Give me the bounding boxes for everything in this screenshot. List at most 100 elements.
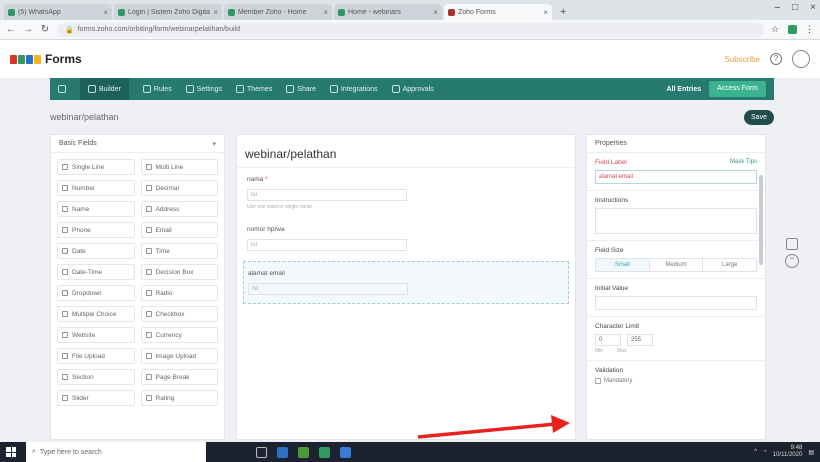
- field-type-time[interactable]: Time: [140, 243, 218, 259]
- browser-tab[interactable]: (5) WhatsApp ×: [4, 4, 112, 20]
- field-type-single-line[interactable]: Single Line: [57, 159, 135, 175]
- field-input-preview: Isi: [247, 189, 407, 201]
- field-type-rating[interactable]: Rating: [140, 390, 218, 406]
- reload-icon[interactable]: ↻: [40, 24, 50, 35]
- field-type-decimal[interactable]: Decimal: [140, 180, 218, 196]
- form-field-nomor-hp[interactable]: nomor hp/wa Isi: [237, 218, 575, 259]
- field-type-radio[interactable]: Radio: [140, 285, 218, 301]
- tab-settings[interactable]: Settings: [185, 85, 222, 93]
- form-field-alamat-email[interactable]: alamat email Isi: [243, 261, 569, 304]
- field-type-date[interactable]: Date: [57, 243, 135, 259]
- field-type-decision-box[interactable]: Decision Box: [140, 264, 218, 280]
- menu-icon[interactable]: ⋮: [805, 25, 814, 34]
- field-type-website[interactable]: Website: [57, 327, 135, 343]
- home-icon[interactable]: [58, 85, 66, 93]
- minimize-button[interactable]: –: [775, 2, 781, 13]
- field-type-label: Phone: [72, 226, 91, 234]
- excel-icon[interactable]: [319, 446, 330, 458]
- maximize-button[interactable]: □: [792, 2, 798, 13]
- tab-integrations[interactable]: Integrations: [329, 85, 378, 93]
- browser-tab-active[interactable]: Zoho Forms ×: [444, 4, 552, 20]
- char-min-input[interactable]: 0: [595, 334, 621, 346]
- taskbar-search-box[interactable]: ⌕ Type here to search: [26, 442, 206, 462]
- size-medium-option[interactable]: Medium: [650, 259, 704, 271]
- browser-tab[interactable]: Home - webinars ×: [334, 4, 442, 20]
- upgrade-link[interactable]: Subscribe: [724, 55, 760, 64]
- chevron-circle-icon[interactable]: ⌃: [785, 254, 799, 268]
- field-type-image-upload[interactable]: Image Upload: [140, 348, 218, 364]
- tab-builder[interactable]: Builder: [80, 78, 129, 100]
- all-entries-link[interactable]: All Entries: [667, 86, 702, 93]
- access-form-button[interactable]: Access Form: [709, 81, 766, 97]
- tab-themes[interactable]: Themes: [236, 85, 272, 93]
- field-type-name[interactable]: Name: [57, 201, 135, 217]
- field-type-slider[interactable]: Slider: [57, 390, 135, 406]
- help-icon[interactable]: ?: [770, 53, 782, 65]
- save-button[interactable]: Save: [744, 109, 774, 125]
- field-label: nomor hp/wa: [247, 226, 285, 233]
- close-tab-icon[interactable]: ×: [433, 8, 438, 17]
- close-tab-icon[interactable]: ×: [543, 8, 548, 17]
- size-large-option[interactable]: Large: [703, 259, 756, 271]
- field-type-checkbox[interactable]: Checkbox: [140, 306, 218, 322]
- new-tab-button[interactable]: +: [554, 4, 572, 20]
- form-title[interactable]: webinar/pelathan: [50, 112, 119, 122]
- field-type-multiple-choice[interactable]: Multiple Choice: [57, 306, 135, 322]
- field-label-input[interactable]: alamat email: [595, 170, 757, 184]
- field-type-dropdown[interactable]: Dropdown: [57, 285, 135, 301]
- tab-rules[interactable]: Rules: [142, 85, 172, 93]
- required-marker: *: [265, 176, 268, 183]
- field-type-page-break[interactable]: Page Break: [140, 369, 218, 385]
- field-type-date-time[interactable]: Date-Time: [57, 264, 135, 280]
- url-field[interactable]: 🔒 forms.zoho.com/orbiting/form/webinarpe…: [57, 22, 764, 37]
- store-icon[interactable]: [340, 446, 351, 458]
- char-max-label: Max: [617, 348, 627, 354]
- notifications-icon[interactable]: ▤: [808, 449, 814, 456]
- browser-tab[interactable]: Member Zoho - Home ×: [224, 4, 332, 20]
- avatar[interactable]: [792, 50, 810, 68]
- close-window-button[interactable]: ×: [810, 2, 816, 13]
- field-palette-header[interactable]: Basic Fields ▾: [51, 135, 224, 153]
- back-icon[interactable]: ←: [6, 24, 16, 35]
- char-max-input[interactable]: 255: [627, 334, 653, 346]
- field-type-email[interactable]: Email: [140, 222, 218, 238]
- task-view-icon[interactable]: [256, 446, 267, 458]
- field-type-label: Decimal: [155, 184, 179, 192]
- instructions-textarea[interactable]: [595, 208, 757, 234]
- wifi-icon[interactable]: ◔: [763, 449, 767, 455]
- themes-icon: [236, 85, 244, 93]
- field-size-selector: Small Medium Large: [595, 258, 757, 272]
- field-type-label: Single Line: [72, 163, 105, 171]
- forward-icon[interactable]: →: [23, 24, 33, 35]
- tab-approvals[interactable]: Approvals: [391, 85, 434, 93]
- windows-start-icon[interactable]: [6, 447, 16, 457]
- field-type-icon: [62, 332, 68, 338]
- initial-value-input[interactable]: [595, 296, 757, 310]
- form-field-nama[interactable]: nama * Isi Use one word or single name: [237, 168, 575, 218]
- field-type-file-upload[interactable]: File Upload: [57, 348, 135, 364]
- size-small-option[interactable]: Small: [596, 259, 650, 271]
- close-tab-icon[interactable]: ×: [323, 8, 328, 17]
- canvas-form-heading[interactable]: webinar/pelathan: [237, 135, 575, 168]
- field-type-section[interactable]: Section: [57, 369, 135, 385]
- field-type-currency[interactable]: Currency: [140, 327, 218, 343]
- browser-tab[interactable]: Login | Sistem Zoho Digital ×: [114, 4, 222, 20]
- file-explorer-icon[interactable]: [277, 446, 288, 458]
- mandatory-checkbox[interactable]: Mandatory: [595, 378, 757, 384]
- star-icon[interactable]: ☆: [771, 25, 780, 34]
- close-tab-icon[interactable]: ×: [103, 8, 108, 17]
- extension-icon[interactable]: [788, 25, 797, 34]
- clock[interactable]: 9:48 10/11/2020: [773, 445, 803, 459]
- properties-scrollbar[interactable]: [759, 175, 763, 265]
- share-form-icon[interactable]: [786, 238, 798, 250]
- field-type-number[interactable]: Number: [57, 180, 135, 196]
- mask-tips-link[interactable]: Mask Tips: [730, 159, 757, 166]
- tray-up-icon[interactable]: ^: [754, 449, 757, 455]
- field-type-address[interactable]: Address: [140, 201, 218, 217]
- zoho-forms-logo[interactable]: Forms: [10, 52, 82, 66]
- close-tab-icon[interactable]: ×: [213, 8, 218, 17]
- tab-share[interactable]: Share: [286, 85, 316, 93]
- field-type-phone[interactable]: Phone: [57, 222, 135, 238]
- field-type-multi-line[interactable]: Multi Line: [140, 159, 218, 175]
- chrome-icon[interactable]: [298, 446, 309, 458]
